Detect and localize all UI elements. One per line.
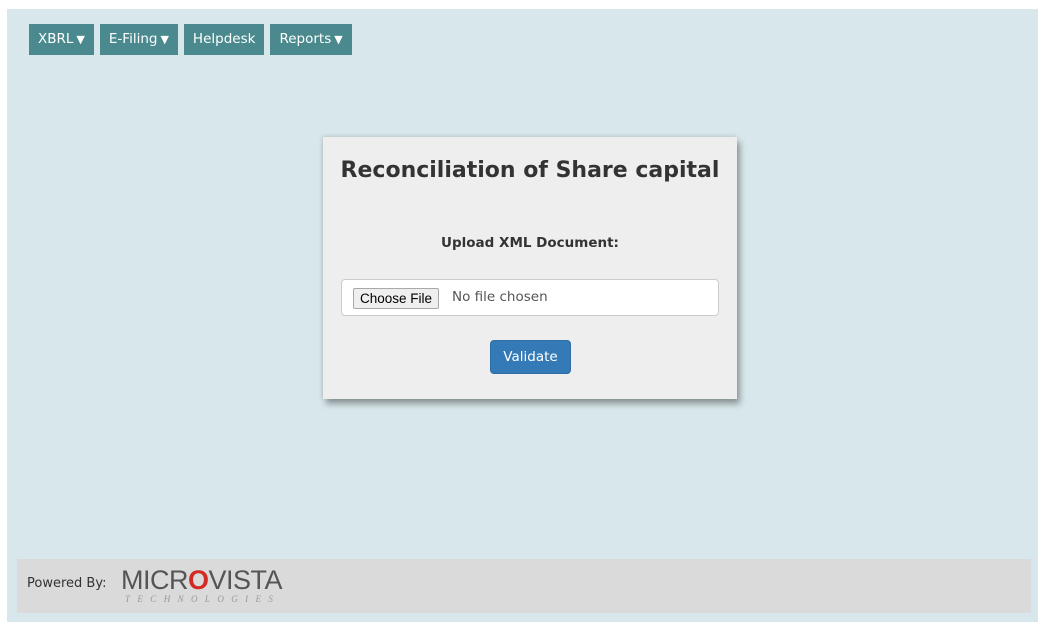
nav-helpdesk[interactable]: Helpdesk xyxy=(183,24,265,55)
upload-label: Upload XML Document: xyxy=(441,235,619,251)
page-title: Reconciliation of Share capital xyxy=(340,158,720,183)
powered-by-label: Powered By: xyxy=(27,576,107,591)
top-nav: XBRL ▼ E-Filing ▼ Helpdesk Reports ▼ xyxy=(29,24,352,55)
caret-down-icon: ▼ xyxy=(334,33,343,46)
nav-efiling-label: E-Filing xyxy=(108,31,158,47)
logo-subtitle: TECHNOLOGIES xyxy=(125,594,281,604)
nav-efiling[interactable]: E-Filing ▼ xyxy=(99,24,178,55)
logo-vista-text: VISTA xyxy=(208,565,283,595)
nav-reports-label: Reports xyxy=(279,31,332,47)
nav-reports[interactable]: Reports ▼ xyxy=(270,24,352,55)
file-input[interactable]: Choose File No file chosen xyxy=(341,279,719,316)
caret-down-icon: ▼ xyxy=(76,33,85,46)
reconciliation-card: Reconciliation of Share capital Upload X… xyxy=(323,137,737,399)
nav-helpdesk-label: Helpdesk xyxy=(192,31,256,47)
nav-xbrl[interactable]: XBRL ▼ xyxy=(29,24,94,55)
nav-xbrl-label: XBRL xyxy=(38,31,74,47)
logo-o-text: O xyxy=(188,565,209,595)
caret-down-icon: ▼ xyxy=(160,33,169,46)
choose-file-button[interactable]: Choose File xyxy=(353,288,440,309)
logo-micr-text: MICR xyxy=(121,565,189,595)
validate-button[interactable]: Validate xyxy=(490,340,571,374)
page-background: XBRL ▼ E-Filing ▼ Helpdesk Reports ▼ Reconc… xyxy=(7,9,1038,622)
file-status-text: No file chosen xyxy=(452,289,548,305)
logo-wordmark: MICROVISTA xyxy=(121,565,283,595)
microvista-logo: MICROVISTA TECHNOLOGIES xyxy=(121,565,283,609)
footer: Powered By: MICROVISTA TECHNOLOGIES xyxy=(17,559,1031,613)
